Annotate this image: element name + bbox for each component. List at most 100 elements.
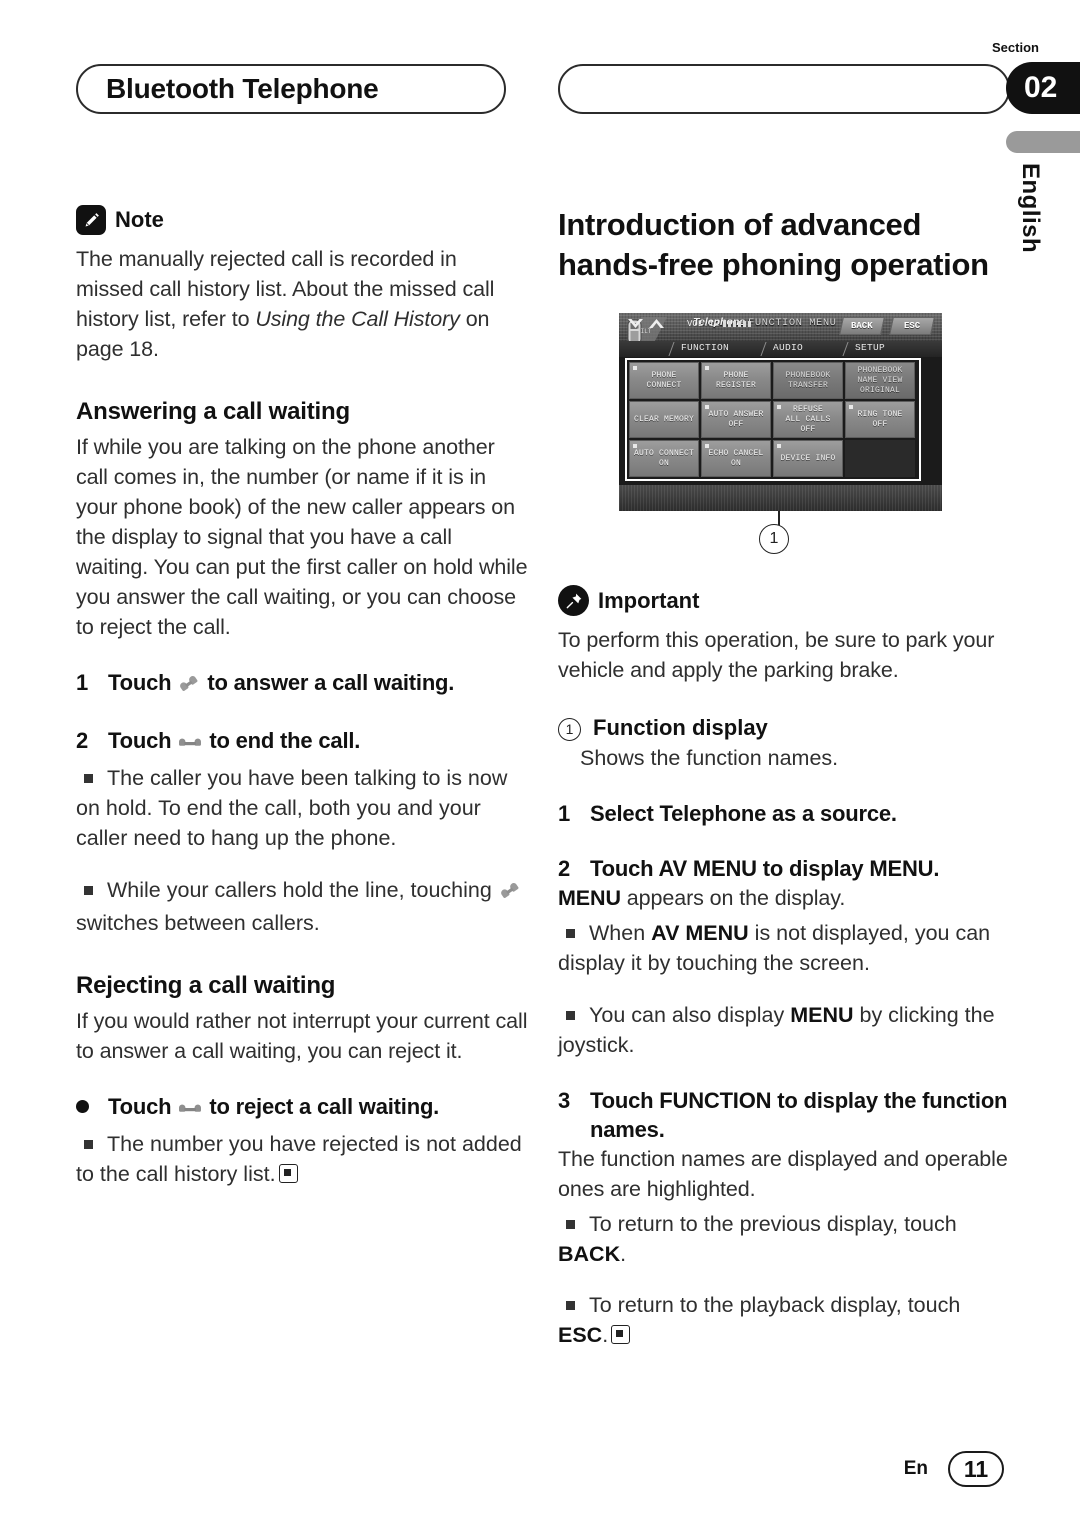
pencil-icon (76, 205, 106, 235)
step3-bullet-2: To return to the playback display, touch… (558, 1293, 961, 1347)
device-function-button[interactable]: REFUSE ALL CALLS OFF (773, 401, 843, 438)
device-tab-bar: FUNCTION AUDIO SETUP (619, 341, 942, 357)
device-button-label-line: NAME VIEW (857, 375, 903, 385)
device-button-label-line: ORIGINAL (859, 385, 900, 395)
device-function-button[interactable]: PHONEBOOK TRANSFER (773, 362, 843, 399)
answering-bullet-2: While your callers hold the line, touchi… (76, 875, 528, 938)
volume-level-bars (723, 321, 752, 327)
button-led-icon (705, 366, 709, 370)
important-heading: Important (558, 585, 1010, 616)
bullet-square-icon (566, 1219, 575, 1229)
device-function-button[interactable]: PHONE CONNECT (629, 362, 699, 399)
pushpin-icon (558, 585, 589, 616)
device-tab-audio[interactable]: AUDIO (773, 342, 803, 353)
device-function-grid: PHONE CONNECT PHONE REGISTER PHONEBOOK TRANSF… (629, 362, 917, 477)
step-answer-call: 1 Touch to answer a call waiting. (76, 668, 528, 700)
end-call-icon (176, 729, 204, 758)
step-text: Touch FUNCTION to display the function n… (590, 1087, 1008, 1142)
device-button-label-line: ALL CALLS (785, 414, 831, 424)
device-button-label-line: RING TONE (857, 409, 903, 419)
step-text: Touch AV MENU to display MENU. (590, 856, 940, 881)
device-button-label-line: PHONEBOOK (857, 365, 903, 375)
language-tab-bar (1006, 131, 1080, 153)
device-function-button[interactable]: CLEAR MEMORY (629, 401, 699, 438)
end-call-icon (176, 1095, 204, 1124)
device-function-button (845, 440, 915, 477)
end-of-section-icon (611, 1325, 631, 1344)
step-number: 2 (558, 856, 571, 881)
device-function-button[interactable]: AUTO CONNECT ON (629, 440, 699, 477)
function-display-text: Shows the function names. (580, 746, 839, 770)
step-end-call: 2 Touch to end the call. (76, 726, 528, 758)
device-button-label-line: PHONEBOOK (785, 370, 831, 380)
device-button-label-line: DEVICE INFO (780, 453, 836, 463)
menu-term: MENU (558, 886, 621, 910)
button-led-icon (777, 405, 781, 409)
page-footer: En 11 (904, 1451, 1004, 1487)
device-function-button[interactable]: RING TONE OFF (845, 401, 915, 438)
function-display-heading: 1 Function display (558, 715, 1010, 741)
step2-body: MENU appears on the display. (558, 886, 846, 910)
device-button-label-line: OFF (800, 424, 816, 434)
rejecting-bullet-1: The number you have rejected is not adde… (76, 1131, 522, 1186)
end-of-section-icon (278, 1163, 298, 1183)
button-led-icon (705, 405, 709, 409)
step-touch-av-menu: 2 Touch AV MENU to display MENU. (558, 854, 1010, 883)
bullet-square-icon (84, 885, 93, 895)
bullet-dot-icon (76, 1092, 108, 1124)
manual-page: Bluetooth Telephone Section 02 English N… (0, 0, 1080, 1529)
device-esc-button[interactable]: ESC (889, 317, 935, 335)
step-number: 2 (76, 728, 89, 753)
back-term: BACK (558, 1241, 621, 1266)
button-led-icon (705, 444, 709, 448)
section-number-badge: 02 (1006, 62, 1080, 114)
button-led-icon (777, 444, 781, 448)
note-reference-italic: Using the Call History (255, 307, 460, 331)
important-text: To perform this operation, be sure to pa… (558, 628, 995, 682)
device-button-label-line: ON (658, 458, 669, 468)
device-button-label-line: PHONE (723, 370, 749, 380)
device-tab-function[interactable]: FUNCTION (681, 342, 729, 353)
step3-bullet-1: To return to the previous display, touch… (558, 1211, 957, 1266)
page-title: Bluetooth Telephone (106, 73, 379, 104)
left-column: Note The manually rejected call is recor… (76, 205, 528, 1210)
function-display-title: Function display (593, 715, 768, 740)
device-button-label-line: REFUSE (792, 404, 823, 414)
button-led-icon (633, 366, 637, 370)
bullet-square-icon (566, 929, 575, 938)
device-button-label-line: TRANSFER (787, 380, 828, 390)
device-button-label-line: AUTO CONNECT (633, 448, 694, 458)
device-screenshot: Telephone FUNCTION MENU FUNCTION AUDIO S… (619, 313, 942, 511)
chapter-title-pill: Bluetooth Telephone (76, 64, 506, 114)
step3-body: The function names are displayed and ope… (558, 1146, 1008, 1201)
language-code: En (903, 1458, 928, 1479)
device-function-button[interactable]: AUTO ANSWER OFF (701, 401, 771, 438)
device-title-menu: FUNCTION MENU (748, 317, 837, 329)
device-button-label-line: OFF (872, 419, 888, 429)
language-tab-label: English (1017, 163, 1044, 254)
step-select-telephone: 1 Select Telephone as a source. (558, 799, 1010, 828)
volume-label: VOL.12 (687, 319, 720, 329)
bullet-square-icon (566, 1301, 575, 1310)
device-button-label-line: CONNECT (646, 380, 682, 390)
step-touch-function: 3 Touch FUNCTION to display the function… (558, 1086, 1010, 1144)
step-reject-call: Touch to reject a call waiting. (76, 1092, 528, 1124)
section-label: Section (992, 40, 1039, 55)
device-back-button[interactable]: BACK (839, 317, 885, 335)
note-heading: Note (76, 205, 528, 235)
device-button-label-line: ON (730, 458, 741, 468)
esc-term: ESC (558, 1323, 603, 1347)
device-function-button[interactable]: ECHO CANCEL ON (701, 440, 771, 477)
button-led-icon (849, 405, 853, 409)
device-function-button[interactable]: PHONEBOOK NAME VIEW ORIGINAL (845, 362, 915, 399)
device-tab-setup[interactable]: SETUP (855, 342, 885, 353)
step2-bullet-1: When AV MENU is not displayed, you can d… (558, 921, 991, 975)
header-pill-right (558, 64, 1010, 114)
device-function-button[interactable]: PHONE REGISTER (701, 362, 771, 399)
device-function-button[interactable]: DEVICE INFO (773, 440, 843, 477)
step-text: Select Telephone as a source. (590, 801, 897, 826)
bullet-square-icon (566, 1010, 575, 1020)
callout-number-1: 1 (759, 524, 789, 554)
device-button-label-line: CLEAR MEMORY (633, 414, 694, 424)
answer-call-icon (176, 671, 202, 700)
